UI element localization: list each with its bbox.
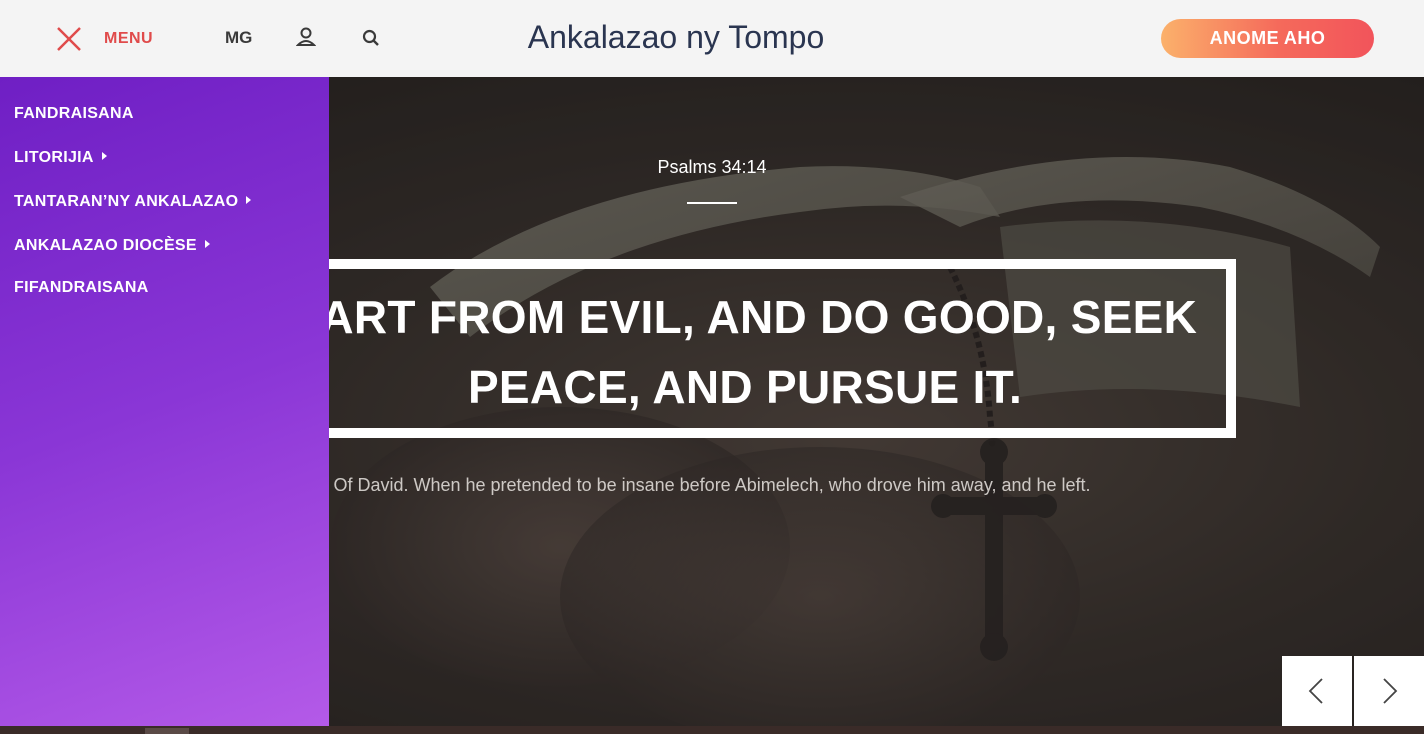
chevron-left-icon [1308, 678, 1323, 704]
slider-next-button[interactable] [1354, 656, 1424, 726]
site-title[interactable]: Ankalazao ny Tompo [0, 19, 1352, 56]
sidebar-menu: FANDRAISANA LITORIJIA TANTARAN’NY ANKALA… [0, 77, 329, 726]
verse-quote-line-2: PEACE, AND PURSUE IT. [467, 361, 1023, 413]
sidebar-item-label: TANTARAN’NY ANKALAZAO [14, 193, 239, 210]
sidebar-item-litorijia[interactable]: LITORIJIA [14, 149, 107, 167]
sidebar-item-label: LITORIJIA [14, 149, 94, 166]
chevron-right-icon [1383, 678, 1398, 704]
caret-right-icon [204, 240, 210, 248]
site-header: MENU MG Ankalazao ny Tompo ANOME AHO [0, 0, 1424, 77]
sidebar-item-label: FANDRAISANA [14, 105, 134, 122]
verse-quote-line-1: PART FROM EVIL, AND DO GOOD, SEEK [292, 291, 1198, 343]
sidebar-item-label: ANKALAZAO DIOCÈSE [14, 237, 197, 254]
slider-prev-button[interactable] [1282, 656, 1352, 726]
divider [687, 202, 737, 204]
caret-right-icon [246, 196, 252, 204]
sidebar-item-ankalazao-diocese[interactable]: ANKALAZAO DIOCÈSE [14, 237, 210, 255]
horizontal-scrollbar[interactable] [0, 726, 1424, 734]
sidebar-item-tantarana[interactable]: TANTARAN’NY ANKALAZAO [14, 193, 252, 211]
verse-quote: PART FROM EVIL, AND DO GOOD, SEEK PEACE,… [280, 282, 1210, 422]
scrollbar-thumb[interactable] [145, 728, 189, 734]
donate-button[interactable]: ANOME AHO [1161, 19, 1374, 58]
caret-right-icon [101, 152, 107, 160]
sidebar-item-label: FIFANDRAISANA [14, 279, 149, 296]
sidebar-item-fandraisana[interactable]: FANDRAISANA [14, 105, 134, 123]
sidebar-item-fifandraisana[interactable]: FIFANDRAISANA [14, 279, 149, 297]
